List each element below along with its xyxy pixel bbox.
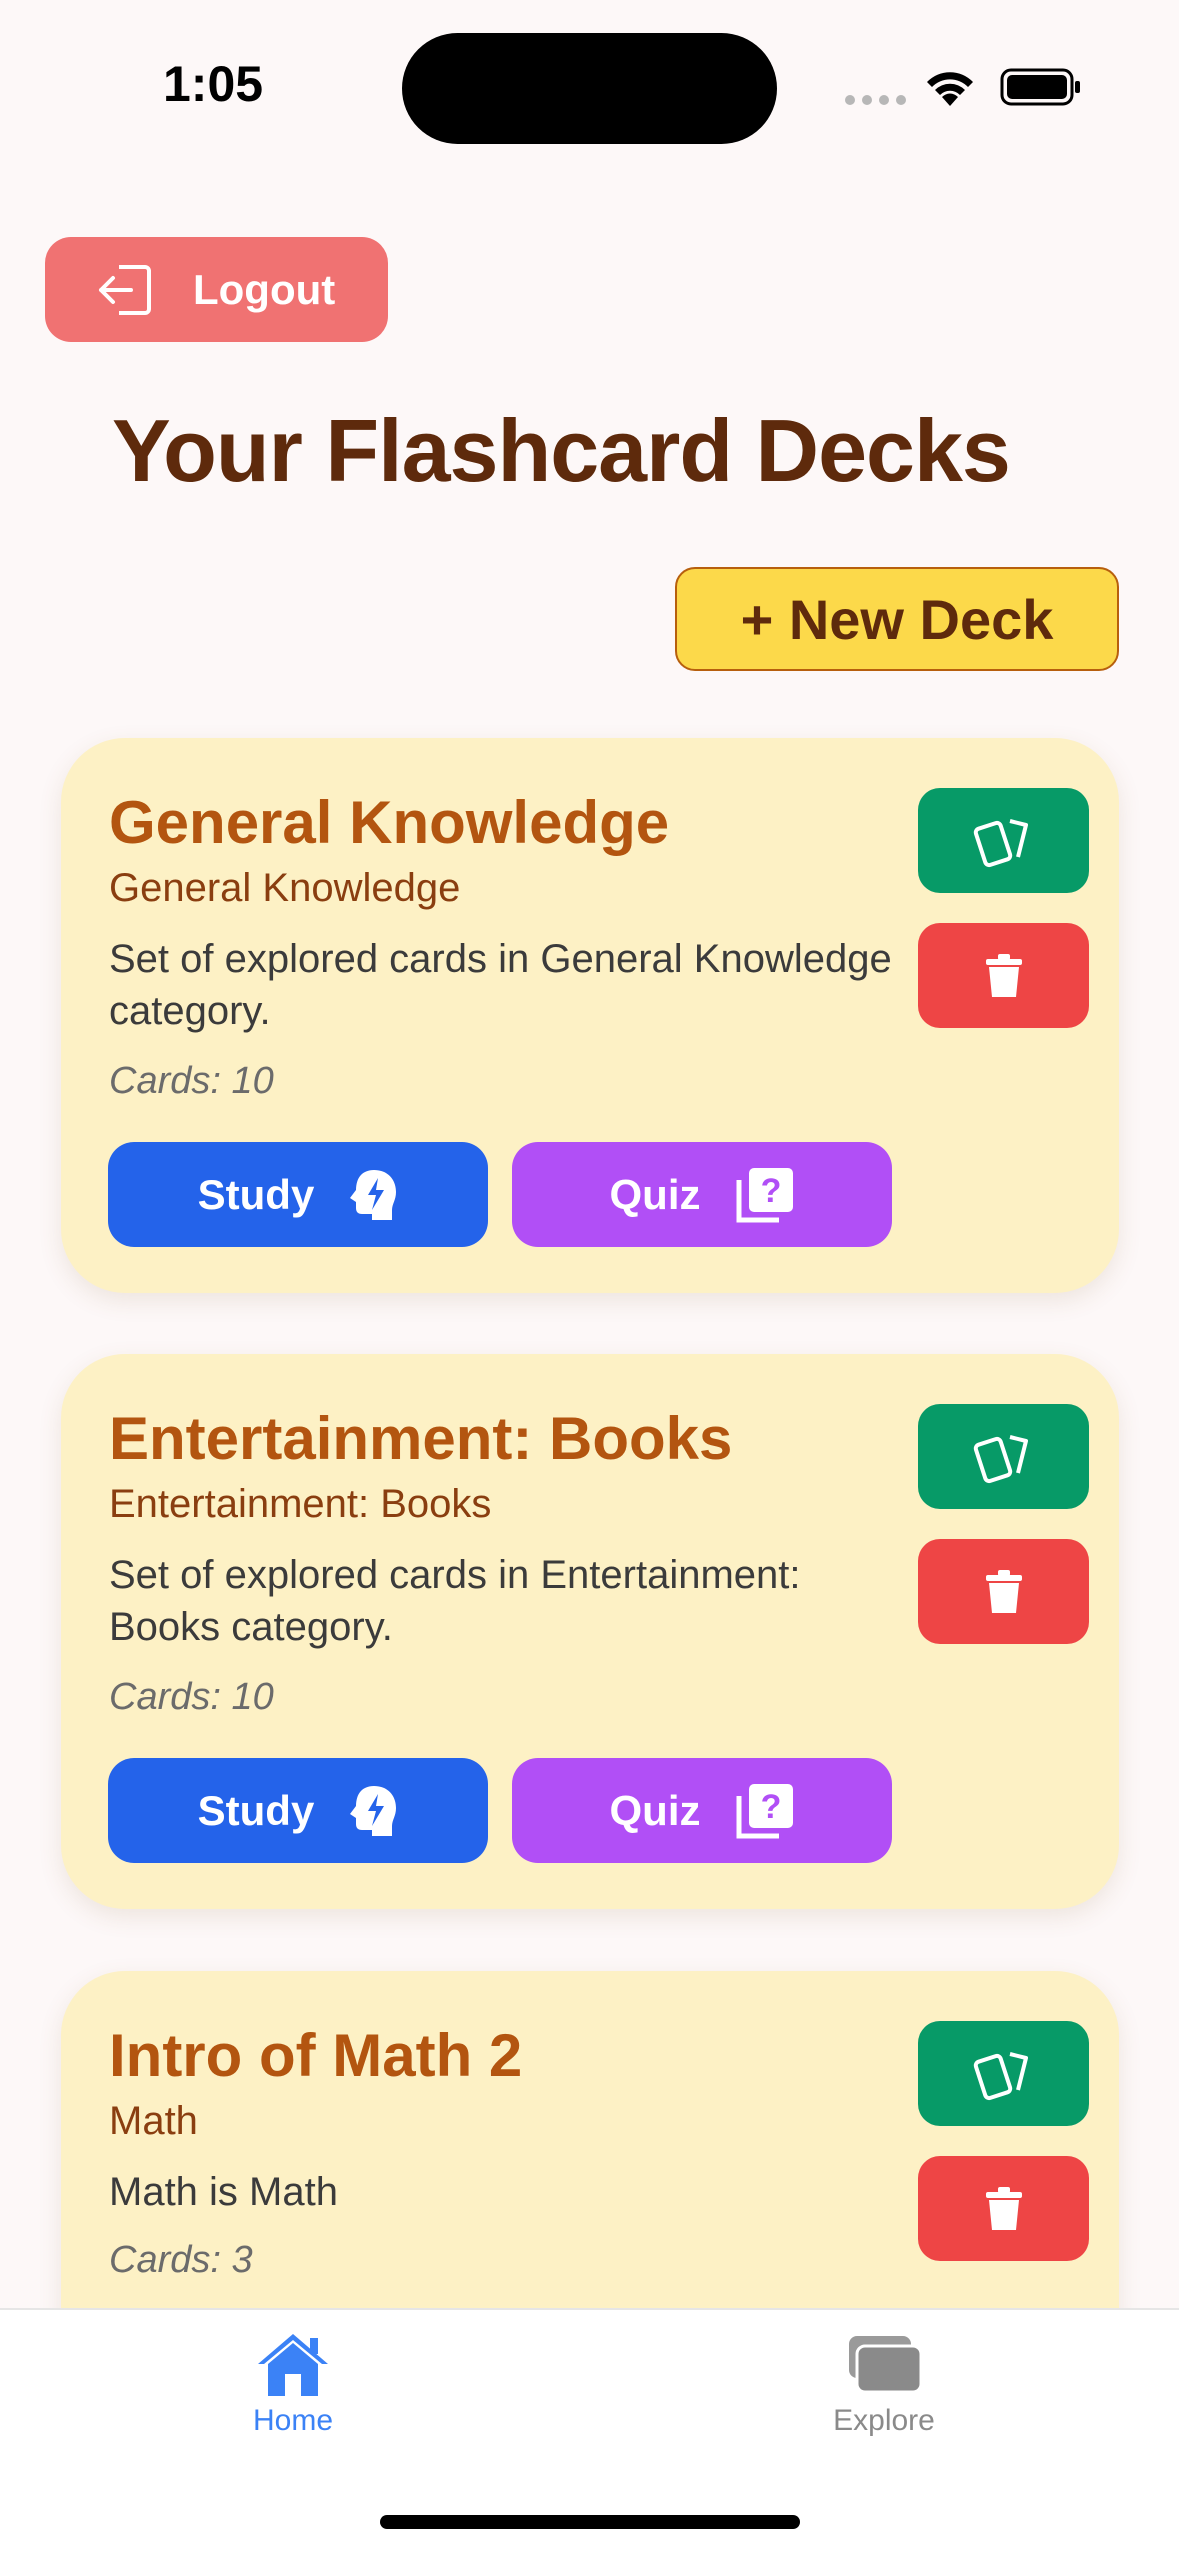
brain-lightning-icon bbox=[348, 1784, 398, 1838]
deck-title: Entertainment: Books bbox=[109, 1405, 733, 1472]
deck-card-count: Cards: 3 bbox=[109, 2239, 253, 2281]
delete-deck-button[interactable] bbox=[918, 923, 1089, 1028]
tab-explore[interactable]: Explore bbox=[804, 2330, 964, 2438]
trash-icon bbox=[985, 2186, 1022, 2230]
quiz-label: Quiz bbox=[609, 1786, 701, 1834]
study-button[interactable]: Study bbox=[108, 1758, 488, 1863]
dynamic-island bbox=[402, 33, 777, 144]
deck-category: Entertainment: Books bbox=[109, 1482, 492, 1526]
svg-text:?: ? bbox=[760, 1788, 781, 1826]
svg-text:?: ? bbox=[760, 1172, 781, 1210]
brain-lightning-icon bbox=[348, 1168, 398, 1222]
deck-card-count: Cards: 10 bbox=[109, 1676, 274, 1718]
tab-home[interactable]: Home bbox=[213, 2330, 373, 2438]
deck-title: General Knowledge bbox=[109, 789, 670, 856]
wifi-icon bbox=[927, 72, 973, 106]
deck-category: General Knowledge bbox=[109, 866, 461, 910]
view-cards-button[interactable] bbox=[918, 788, 1089, 893]
page-title: Your Flashcard Decks bbox=[112, 401, 1011, 500]
delete-deck-button[interactable] bbox=[918, 2156, 1089, 2261]
quiz-icon: ? bbox=[735, 1166, 795, 1224]
deck-card: General Knowledge General Knowledge Set … bbox=[61, 738, 1119, 1293]
logout-icon bbox=[95, 263, 153, 317]
battery-icon bbox=[1000, 68, 1080, 106]
delete-deck-button[interactable] bbox=[918, 1539, 1089, 1644]
study-label: Study bbox=[197, 1170, 315, 1218]
cards-icon bbox=[973, 1434, 1028, 1483]
signal-icon bbox=[845, 95, 906, 105]
deck-description: Set of explored cards in General Knowled… bbox=[109, 937, 892, 1033]
home-indicator bbox=[380, 2515, 800, 2529]
study-button[interactable]: Study bbox=[108, 1142, 488, 1247]
view-cards-button[interactable] bbox=[918, 1404, 1089, 1509]
home-icon bbox=[258, 2334, 328, 2396]
deck-category: Math bbox=[109, 2099, 198, 2143]
trash-icon bbox=[985, 953, 1022, 997]
status-bar: 1:05 bbox=[0, 0, 1179, 150]
deck-description: Set of explored cards in Entertainment: … bbox=[109, 1553, 801, 1649]
cards-icon bbox=[973, 818, 1028, 867]
quiz-label: Quiz bbox=[609, 1170, 701, 1218]
deck-description: Math is Math bbox=[109, 2170, 338, 2214]
logout-button[interactable]: Logout bbox=[45, 237, 388, 342]
new-deck-button[interactable]: + New Deck bbox=[675, 567, 1119, 671]
logout-label: Logout bbox=[193, 265, 336, 313]
trash-icon bbox=[985, 1569, 1022, 1613]
quiz-icon: ? bbox=[735, 1782, 795, 1840]
tab-explore-label: Explore bbox=[833, 2404, 935, 2437]
quiz-button[interactable]: Quiz ? bbox=[512, 1758, 892, 1863]
deck-card: Entertainment: Books Entertainment: Book… bbox=[61, 1354, 1119, 1909]
explore-cards-icon bbox=[849, 2336, 923, 2394]
status-time: 1:05 bbox=[163, 56, 264, 112]
study-label: Study bbox=[197, 1786, 315, 1834]
deck-card-count: Cards: 10 bbox=[109, 1060, 274, 1102]
quiz-button[interactable]: Quiz ? bbox=[512, 1142, 892, 1247]
view-cards-button[interactable] bbox=[918, 2021, 1089, 2126]
deck-title: Intro of Math 2 bbox=[109, 2022, 523, 2089]
tab-home-label: Home bbox=[252, 2404, 334, 2437]
cards-icon bbox=[973, 2051, 1028, 2100]
